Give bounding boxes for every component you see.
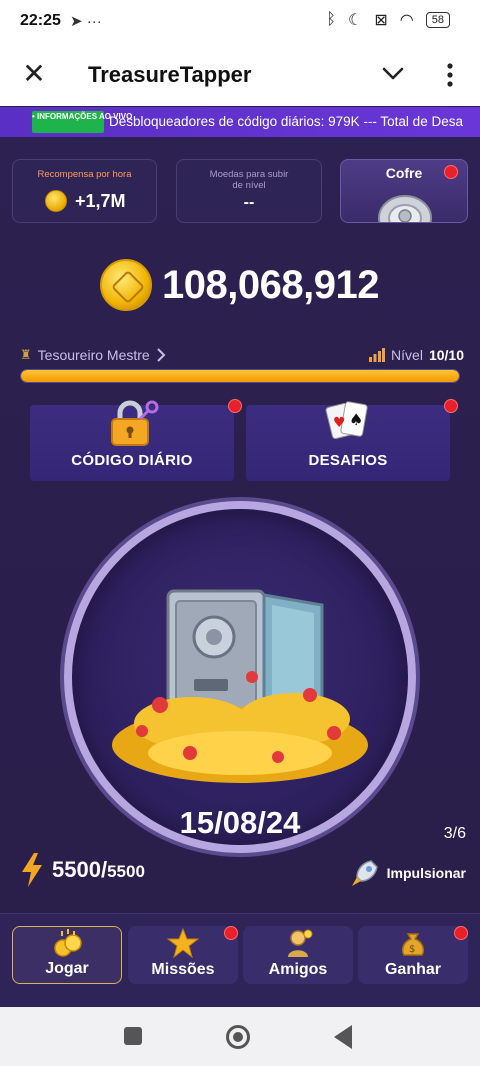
energy-counter: 5500/5500 xyxy=(20,853,145,887)
vault-icon xyxy=(378,195,432,222)
challenges-button[interactable]: ♥ ♠ DESAFIOS xyxy=(246,401,450,481)
energy-current: 5500 xyxy=(52,857,101,882)
rank-name: Tesoureiro Mestre xyxy=(37,347,150,363)
svg-text:♥: ♥ xyxy=(333,415,346,431)
coin-icon xyxy=(45,190,67,212)
app-bar: ✕ TreasureTapper xyxy=(0,44,480,106)
svg-text:$: $ xyxy=(409,944,415,955)
nav-play-label: Jogar xyxy=(45,960,89,977)
level-progress-fill xyxy=(21,370,459,382)
status-bar: 22:25 ➤ ··· ᛒ ☾ ⊠ ◠ 58 xyxy=(0,0,480,44)
daily-code-button[interactable]: CÓDIGO DIÁRIO xyxy=(30,400,234,481)
level-label: Nível xyxy=(391,347,423,363)
rank-link[interactable]: ♜ Tesoureiro Mestre xyxy=(20,347,166,363)
moon-icon: ☾ xyxy=(348,12,363,29)
coins-icon xyxy=(54,929,82,957)
bluetooth-icon: ᛒ xyxy=(326,11,337,28)
lightning-icon xyxy=(22,853,42,887)
boost-button[interactable]: Impulsionar xyxy=(349,857,466,889)
challenges-notification-dot xyxy=(444,399,458,413)
page-indicator: 3/6 xyxy=(443,825,466,842)
nav-friends[interactable]: Amigos xyxy=(243,926,353,984)
boost-label: Impulsionar xyxy=(386,865,466,881)
nav-missions-label: Missões xyxy=(151,961,215,978)
close-icon[interactable]: ✕ xyxy=(20,58,48,90)
home-button[interactable] xyxy=(226,1025,250,1049)
tapper-date: 15/08/24 xyxy=(179,805,301,840)
telegram-icon: ➤ xyxy=(70,13,83,30)
notification-icons: ➤ ··· xyxy=(70,12,102,30)
recent-apps-button[interactable] xyxy=(124,1027,142,1045)
trophy-icon: ♜ xyxy=(20,347,32,362)
main-content: Recompensa por hora +1,7M Moedas para su… xyxy=(0,137,480,1007)
battery-saver-icon: ⊠ xyxy=(374,12,388,29)
nav-missions[interactable]: Missões xyxy=(128,926,238,984)
nav-play[interactable]: Jogar xyxy=(12,926,122,984)
friends-coins-icon xyxy=(288,929,313,957)
more-dots-icon: ··· xyxy=(86,13,102,30)
level-coins-value: -- xyxy=(243,194,255,211)
earn-notification-dot xyxy=(454,926,468,940)
padlock-icon xyxy=(111,400,159,446)
balance: 108,068,912 xyxy=(100,259,379,311)
balance-amount: 108,068,912 xyxy=(162,262,379,307)
energy-max: 5500 xyxy=(107,862,145,881)
live-badge: • INFORMAÇÕES AO VIVO xyxy=(32,111,132,133)
money-bag-icon: $ xyxy=(401,933,425,956)
bottom-nav: Jogar Missões Amigos $ Ganhar xyxy=(0,913,480,1007)
chevron-down-icon[interactable] xyxy=(380,58,406,88)
system-icons: ᛒ ☾ ⊠ ◠ 58 xyxy=(326,10,450,30)
nav-earn[interactable]: $ Ganhar xyxy=(358,926,468,984)
live-ticker: • INFORMAÇÕES AO VIVO Desbloqueadores de… xyxy=(0,107,480,137)
nav-friends-label: Amigos xyxy=(268,961,328,978)
signal-bars-icon xyxy=(369,348,386,362)
back-button[interactable] xyxy=(334,1025,352,1049)
daily-code-label: CÓDIGO DIÁRIO xyxy=(71,452,193,469)
tap-vault-button[interactable] xyxy=(64,501,416,853)
wifi-icon: ◠ xyxy=(399,12,414,29)
playing-cards-icon: ♥ ♠ xyxy=(325,401,368,440)
missions-notification-dot xyxy=(224,926,238,940)
chevron-right-icon xyxy=(156,348,166,362)
hourly-reward-label: Recompensa por hora xyxy=(37,169,132,180)
coin-icon xyxy=(100,259,152,311)
more-vertical-icon[interactable] xyxy=(440,60,460,90)
ticker-text: Desbloqueadores de código diários: 979K … xyxy=(109,114,463,129)
hourly-reward-value: +1,7M xyxy=(75,190,126,211)
rocket-icon xyxy=(351,860,378,886)
level-progress-bar xyxy=(20,369,460,383)
level-value: 10/10 xyxy=(428,347,464,363)
daily-code-notification-dot xyxy=(228,399,242,413)
hourly-reward-card: Recompensa por hora +1,7M xyxy=(12,159,157,223)
clock: 22:25 xyxy=(20,12,61,29)
level-info: Nível 10/10 xyxy=(369,347,464,363)
star-icon xyxy=(167,928,199,958)
challenges-label: DESAFIOS xyxy=(308,452,388,469)
treasure-vault-icon xyxy=(112,589,368,783)
level-coins-card: Moedas para subir de nível -- xyxy=(176,159,322,223)
battery-icon: 58 xyxy=(425,12,450,28)
level-coins-label: Moedas para subir de nível xyxy=(209,169,289,191)
system-nav-bar xyxy=(0,1007,480,1066)
app-title: TreasureTapper xyxy=(88,62,252,87)
nav-earn-label: Ganhar xyxy=(384,961,441,978)
vault-notification-dot xyxy=(444,165,458,179)
svg-text:♠: ♠ xyxy=(349,410,363,429)
